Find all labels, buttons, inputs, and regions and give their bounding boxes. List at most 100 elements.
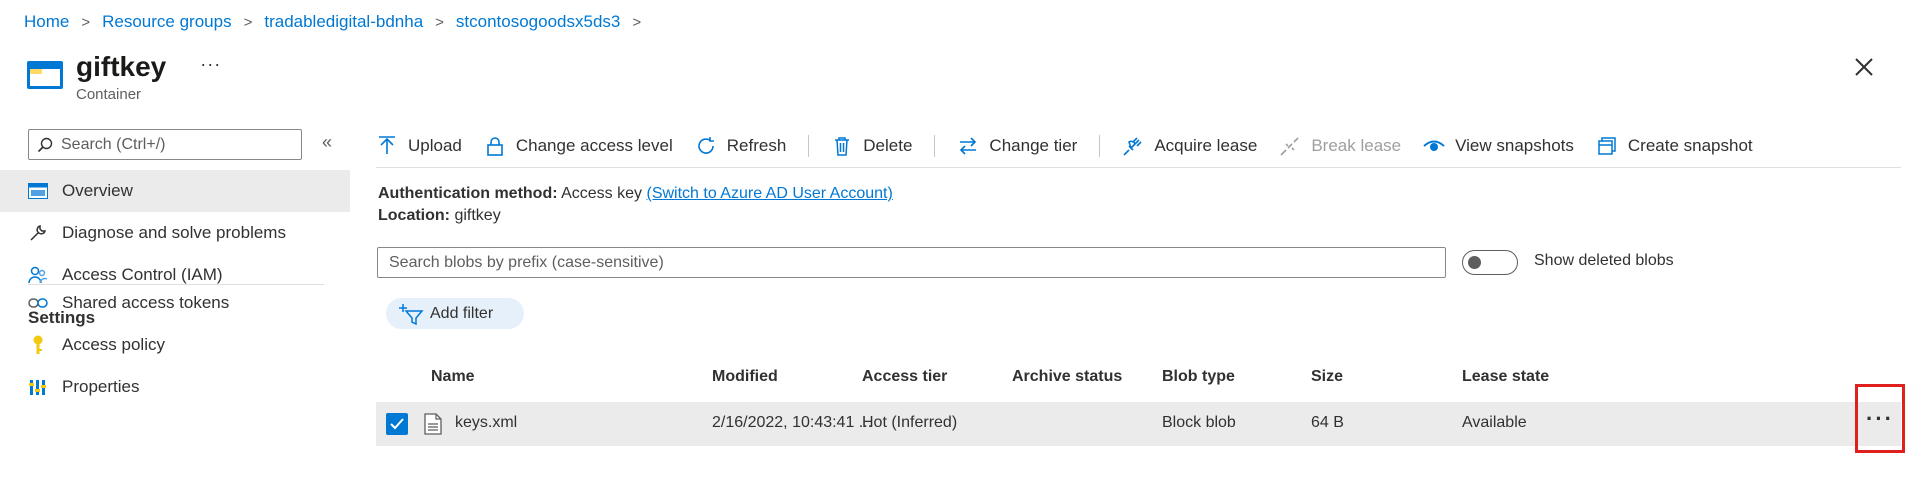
sidebar-item-diagnose[interactable]: Diagnose and solve problems	[0, 212, 350, 254]
auth-method-label: Authentication method:	[378, 185, 558, 202]
swap-icon	[960, 137, 977, 155]
column-header-name[interactable]: Name	[431, 368, 475, 386]
sidebar-item-label: Overview	[62, 181, 133, 200]
eye-icon	[1423, 140, 1445, 151]
page-title: giftkey	[76, 51, 167, 82]
toggle-knob	[1468, 256, 1481, 269]
break-lease-label: Break lease	[1311, 136, 1402, 155]
toolbar-separator	[1099, 135, 1101, 157]
toolbar-separator	[934, 135, 936, 157]
key-icon	[28, 335, 48, 355]
auth-method-value: Access key	[561, 185, 643, 202]
properties-icon	[28, 377, 48, 397]
lock-icon	[487, 137, 503, 156]
auth-method-row: Authentication method: Access key (Switc…	[378, 183, 893, 205]
acquire-lease-button[interactable]: Acquire lease	[1122, 135, 1257, 157]
change-tier-button[interactable]: Change tier	[957, 135, 1077, 157]
search-icon	[37, 137, 53, 152]
plug-icon	[1123, 137, 1142, 156]
column-header-access-tier[interactable]: Access tier	[862, 368, 947, 386]
sidebar-search-input[interactable]: Search (Ctrl+/)	[28, 129, 302, 160]
sidebar-item-overview[interactable]: Overview	[0, 170, 350, 212]
view-snapshots-button[interactable]: View snapshots	[1423, 135, 1574, 157]
create-snapshot-label: Create snapshot	[1627, 136, 1753, 155]
switch-auth-link[interactable]: (Switch to Azure AD User Account)	[646, 185, 892, 202]
wrench-icon	[28, 223, 48, 243]
breadcrumb-storage-account[interactable]: stcontosogoodsx5ds3	[456, 12, 620, 32]
column-header-archive-status[interactable]: Archive status	[1012, 368, 1122, 386]
blob-name-link[interactable]: keys.xml	[455, 414, 517, 432]
add-filter-label: Add filter	[430, 304, 494, 322]
blob-access-tier: Hot (Inferred)	[862, 414, 958, 431]
view-snapshots-label: View snapshots	[1455, 136, 1574, 155]
breadcrumb-resource-group[interactable]: tradabledigital-bdnha	[264, 12, 423, 32]
breadcrumb-resource-groups[interactable]: Resource groups	[102, 12, 231, 32]
location-row: Location: giftkey	[378, 205, 893, 227]
change-access-level-button[interactable]: Change access level	[484, 135, 673, 157]
location-value: giftkey	[454, 207, 501, 224]
column-header-blob-type[interactable]: Blob type	[1162, 368, 1235, 386]
page-subtitle: Container	[76, 86, 142, 103]
refresh-label: Refresh	[726, 136, 787, 155]
trash-icon	[835, 137, 850, 156]
sidebar-item-label: Properties	[62, 377, 140, 396]
breadcrumb: Home > Resource groups > tradabledigital…	[24, 12, 653, 32]
chevron-right-icon: >	[81, 13, 91, 31]
sidebar-item-label: Access policy	[62, 335, 165, 354]
create-snapshot-button[interactable]: Create snapshot	[1596, 135, 1753, 157]
sidebar-search-placeholder: Search (Ctrl+/)	[61, 135, 166, 153]
container-info: Authentication method: Access key (Switc…	[378, 183, 893, 227]
chevron-right-icon: >	[435, 13, 444, 31]
row-checkbox[interactable]	[386, 413, 408, 435]
row-more-options-button[interactable]: ···	[1855, 384, 1905, 453]
blob-table-header: Name Modified Access tier Archive status…	[376, 368, 1901, 390]
blob-search-input[interactable]: Search blobs by prefix (case-sensitive)	[377, 247, 1446, 278]
change-access-level-label: Change access level	[515, 136, 673, 155]
delete-button[interactable]: Delete	[831, 135, 912, 157]
toolbar-separator	[808, 135, 810, 157]
file-icon	[424, 413, 442, 435]
checkmark-icon	[390, 418, 404, 430]
refresh-icon	[697, 137, 714, 154]
broken-plug-icon	[1280, 137, 1299, 156]
add-filter-icon	[399, 303, 424, 325]
chevron-right-icon: >	[243, 13, 253, 31]
link-icon	[28, 293, 48, 313]
page-header: giftkey Container ···	[26, 50, 221, 103]
snapshot-icon	[1598, 137, 1616, 155]
collapse-sidebar-button[interactable]: «	[322, 132, 332, 153]
sidebar-item-access-policy[interactable]: Access policy	[0, 324, 350, 366]
refresh-button[interactable]: Refresh	[695, 135, 787, 157]
delete-label: Delete	[863, 136, 913, 155]
blob-size: 64 B	[1311, 414, 1344, 431]
breadcrumb-home[interactable]: Home	[24, 12, 69, 32]
column-header-lease-state[interactable]: Lease state	[1462, 368, 1549, 386]
chevron-right-icon: >	[632, 13, 642, 31]
break-lease-button[interactable]: Break lease	[1279, 135, 1401, 157]
add-filter-button[interactable]: Add filter	[386, 298, 524, 329]
more-options-button[interactable]: ···	[200, 54, 221, 75]
upload-icon	[379, 136, 395, 154]
show-deleted-blobs-label: Show deleted blobs	[1534, 252, 1674, 269]
close-icon[interactable]	[1853, 56, 1875, 78]
blob-modified: 2/16/2022, 10:43:41 ...	[712, 414, 873, 431]
command-bar: Upload Change access level Refresh Delet…	[376, 126, 1775, 166]
upload-button[interactable]: Upload	[376, 135, 462, 157]
container-icon	[27, 61, 63, 89]
column-header-modified[interactable]: Modified	[712, 368, 778, 386]
upload-label: Upload	[408, 136, 462, 155]
change-tier-label: Change tier	[989, 136, 1078, 155]
sidebar-item-label: Diagnose and solve problems	[62, 223, 286, 242]
blob-type: Block blob	[1162, 414, 1236, 431]
overview-icon	[28, 181, 48, 201]
sidebar-item-shared-access-tokens[interactable]: Shared access tokens	[0, 282, 350, 324]
show-deleted-blobs-toggle[interactable]	[1462, 250, 1518, 275]
location-label: Location:	[378, 207, 450, 224]
toolbar-divider	[376, 167, 1901, 168]
column-header-size[interactable]: Size	[1311, 368, 1343, 386]
acquire-lease-label: Acquire lease	[1154, 136, 1258, 155]
blob-lease-state: Available	[1462, 414, 1527, 431]
sidebar-item-properties[interactable]: Properties	[0, 366, 350, 408]
table-row[interactable]: keys.xml 2/16/2022, 10:43:41 ... Hot (In…	[376, 402, 1901, 446]
sidebar-item-label: Shared access tokens	[62, 293, 230, 312]
